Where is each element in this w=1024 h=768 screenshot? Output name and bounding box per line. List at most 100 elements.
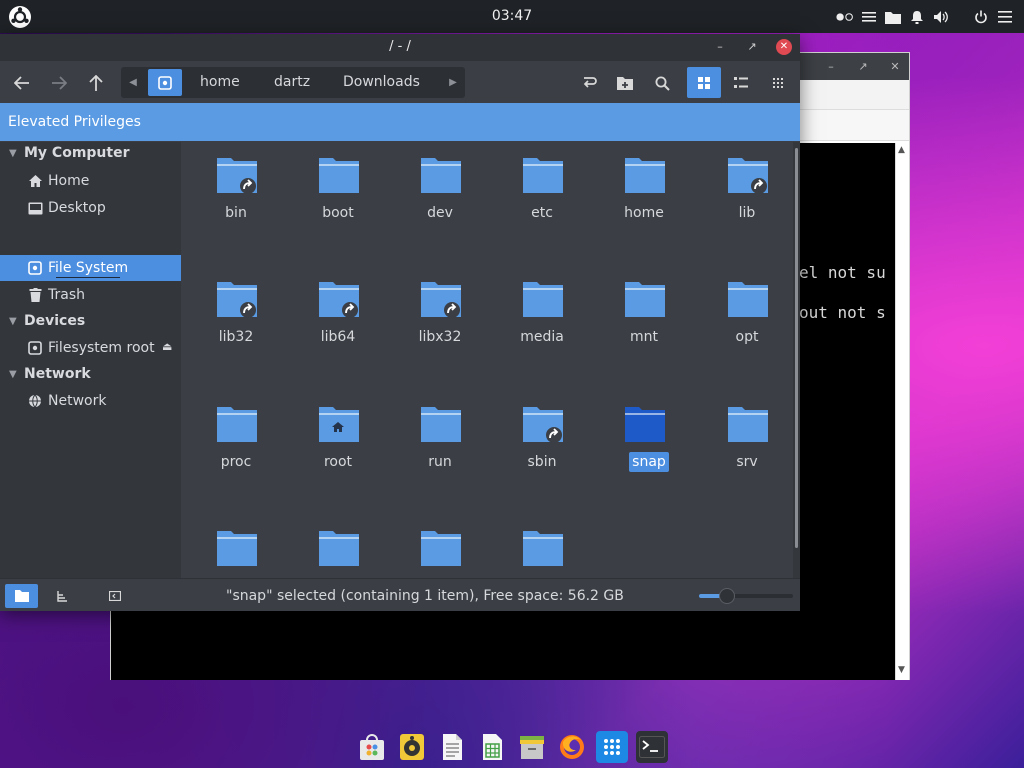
music-player-icon[interactable] xyxy=(396,731,428,763)
search-button[interactable] xyxy=(649,70,675,96)
folder-item[interactable] xyxy=(395,519,485,578)
show-tree-button[interactable] xyxy=(45,584,78,608)
folder-item[interactable]: root xyxy=(293,395,383,475)
folder-item[interactable]: opt xyxy=(702,270,792,350)
folder-item[interactable]: dev xyxy=(395,146,485,226)
app-grid-icon[interactable] xyxy=(596,731,628,763)
sidebar-section-devices[interactable]: ▼ Devices xyxy=(0,311,181,333)
breadcrumb-scroll-left-icon[interactable]: ◀ xyxy=(121,67,145,98)
menu-icon[interactable] xyxy=(860,7,878,27)
folder-item[interactable]: media xyxy=(497,270,587,350)
volume-icon[interactable] xyxy=(932,7,950,27)
folder-icon xyxy=(523,158,563,193)
power-icon[interactable] xyxy=(972,7,990,27)
folder-icon xyxy=(421,531,461,566)
folder-item[interactable]: boot xyxy=(293,146,383,226)
zoom-handle[interactable] xyxy=(719,588,735,604)
archive-manager-icon[interactable] xyxy=(516,731,548,763)
spreadsheet-icon[interactable] xyxy=(476,731,508,763)
up-button[interactable] xyxy=(83,70,109,96)
folder-item[interactable]: lib32 xyxy=(191,270,281,350)
minimize-button[interactable]: – xyxy=(712,39,728,55)
folder-item[interactable]: home xyxy=(599,146,689,226)
folder-item[interactable]: snap xyxy=(599,395,689,475)
close-button[interactable]: ✕ xyxy=(776,39,792,55)
folder-item[interactable] xyxy=(497,519,587,578)
location-toggle-button[interactable] xyxy=(576,70,602,96)
scroll-down-icon[interactable]: ▼ xyxy=(898,665,905,675)
new-folder-button[interactable] xyxy=(612,70,638,96)
symlink-badge-icon xyxy=(751,178,767,194)
terminal-scrollbar[interactable]: ▲ ▼ xyxy=(895,143,909,680)
close-button[interactable]: ✕ xyxy=(887,59,903,75)
breadcrumb-scroll-right-icon[interactable]: ▶ xyxy=(441,67,465,98)
compact-grid-icon xyxy=(773,77,783,88)
settings-menu-icon[interactable] xyxy=(996,7,1014,27)
toggle-sidebar-button[interactable] xyxy=(98,584,131,608)
folder-name: media xyxy=(520,329,564,345)
collapse-icon: ▼ xyxy=(9,316,17,327)
folder-item[interactable]: bin xyxy=(191,146,281,226)
breadcrumb-item-home[interactable]: home xyxy=(200,74,240,90)
scrollbar-thumb[interactable] xyxy=(795,148,798,548)
maximize-button[interactable]: ↗ xyxy=(744,39,760,55)
maximize-button[interactable]: ↗ xyxy=(855,59,871,75)
sidebar-item-file-system[interactable]: File System xyxy=(0,255,181,281)
file-grid[interactable]: bin boot dev etc home lib lib32 lib64 libx32 medi… xyxy=(182,142,793,578)
minimize-button[interactable]: – xyxy=(823,59,839,75)
breadcrumb-root-button[interactable] xyxy=(148,69,182,96)
eject-icon[interactable]: ⏏ xyxy=(162,340,172,353)
terminal-icon[interactable] xyxy=(636,731,668,763)
folder-icon xyxy=(625,158,665,193)
folder-item[interactable]: sbin xyxy=(497,395,587,475)
zoom-slider[interactable] xyxy=(699,588,793,604)
sidebar-item-desktop[interactable]: Desktop xyxy=(0,195,181,221)
folder-item[interactable]: mnt xyxy=(599,270,689,350)
folder-item[interactable]: srv xyxy=(702,395,792,475)
sidebar-section-my-computer[interactable]: ▼ My Computer xyxy=(0,143,181,165)
folder-icon xyxy=(319,407,359,442)
sidebar-item-home[interactable]: Home xyxy=(0,168,181,194)
scroll-up-icon[interactable]: ▲ xyxy=(898,145,905,155)
list-view-button[interactable] xyxy=(724,67,758,98)
sidebar-item-trash[interactable]: Trash xyxy=(0,282,181,308)
folder-icon[interactable] xyxy=(884,7,902,27)
notifications-icon[interactable] xyxy=(908,7,926,27)
record-indicator-icon[interactable] xyxy=(836,7,854,27)
home-icon xyxy=(27,173,43,189)
file-grid-scrollbar[interactable] xyxy=(793,142,800,578)
breadcrumb-item-downloads[interactable]: Downloads xyxy=(343,74,420,90)
desktop-icon xyxy=(27,200,43,216)
icon-view-button[interactable] xyxy=(687,67,721,98)
back-button[interactable] xyxy=(9,70,35,96)
folder-item[interactable] xyxy=(191,519,281,578)
symlink-badge-icon xyxy=(444,302,460,318)
software-center-icon[interactable] xyxy=(356,731,388,763)
network-icon xyxy=(27,393,43,409)
compact-view-button[interactable] xyxy=(761,67,795,98)
folder-item[interactable] xyxy=(293,519,383,578)
firefox-icon[interactable] xyxy=(556,731,588,763)
file-manager-titlebar[interactable]: / - / – ↗ ✕ xyxy=(0,34,800,61)
dock xyxy=(352,726,672,768)
folder-item[interactable]: lib xyxy=(702,146,792,226)
sidebar-item-network[interactable]: Network xyxy=(0,388,181,414)
folder-icon xyxy=(421,158,461,193)
folder-item[interactable]: run xyxy=(395,395,485,475)
folder-item[interactable]: lib64 xyxy=(293,270,383,350)
breadcrumb-item-dartz[interactable]: dartz xyxy=(274,74,310,90)
sidebar-item-filesystem-root[interactable]: Filesystem root ⏏ xyxy=(0,335,181,361)
show-places-button[interactable] xyxy=(5,584,38,608)
file-manager-window: / - / – ↗ ✕ ◀ home dartz Downloads ▶ Ele… xyxy=(0,34,800,611)
folder-name: srv xyxy=(736,454,758,470)
folder-item[interactable]: proc xyxy=(191,395,281,475)
text-editor-icon[interactable] xyxy=(436,731,468,763)
symlink-badge-icon xyxy=(240,302,256,318)
forward-button[interactable] xyxy=(46,70,72,96)
folder-icon xyxy=(728,158,768,194)
sidebar-section-network[interactable]: ▼ Network xyxy=(0,364,181,386)
window-title: / - / xyxy=(389,39,411,54)
folder-item[interactable]: etc xyxy=(497,146,587,226)
folder-item[interactable]: libx32 xyxy=(395,270,485,350)
folder-name: libx32 xyxy=(418,329,462,345)
